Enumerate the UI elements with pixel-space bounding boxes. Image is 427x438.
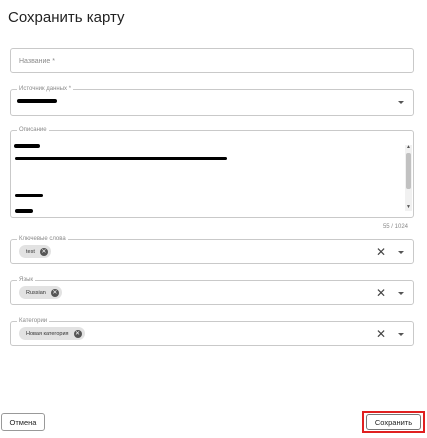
scrollbar-thumb[interactable] [406, 153, 411, 189]
description-scrollbar[interactable]: ▲ ▼ [405, 145, 412, 211]
redacted-text [15, 194, 43, 197]
scroll-down-icon[interactable]: ▼ [406, 205, 411, 210]
data-source-label: Источник данных * [17, 85, 74, 93]
category-chip[interactable]: Новая категория ✕ [19, 327, 85, 340]
close-icon[interactable]: ✕ [376, 328, 386, 340]
save-button[interactable]: Сохранить [366, 414, 421, 430]
remove-chip-icon[interactable]: ✕ [39, 247, 48, 256]
chevron-down-icon[interactable] [398, 333, 404, 336]
name-placeholder: Название * [19, 58, 55, 65]
dialog-title: Сохранить карту [8, 9, 125, 26]
keywords-label: Ключевые слова [17, 235, 68, 243]
keywords-select[interactable]: Ключевые слова test ✕ ✕ [10, 235, 414, 264]
language-select[interactable]: Язык Russian ✕ ✕ [10, 276, 414, 305]
close-icon[interactable]: ✕ [376, 246, 386, 258]
description-label: Описание [17, 126, 49, 134]
remove-chip-icon[interactable]: ✕ [73, 329, 82, 338]
description-textarea[interactable]: Описание ▲ ▼ [10, 126, 414, 218]
chevron-down-icon[interactable] [398, 251, 404, 254]
description-char-counter: 55 / 1024 [382, 224, 408, 230]
data-source-select[interactable]: Источник данных * [10, 85, 414, 116]
chevron-down-icon[interactable] [398, 101, 404, 104]
categories-select[interactable]: Категории Новая категория ✕ ✕ [10, 317, 414, 346]
chip-label: Russian [26, 289, 46, 296]
categories-label: Категории [17, 317, 50, 325]
scroll-up-icon[interactable]: ▲ [406, 145, 411, 150]
redacted-value [17, 99, 57, 103]
redacted-text [15, 209, 33, 213]
cancel-button[interactable]: Отмена [1, 413, 45, 431]
chip-label: test [26, 248, 35, 255]
remove-chip-icon[interactable]: ✕ [50, 288, 59, 297]
chevron-down-icon[interactable] [398, 292, 404, 295]
chip-label: Новая категория [26, 330, 69, 337]
language-chip[interactable]: Russian ✕ [19, 286, 62, 299]
keyword-chip[interactable]: test ✕ [19, 245, 51, 258]
name-field[interactable]: Название * [10, 48, 414, 73]
language-label: Язык [17, 276, 36, 284]
close-icon[interactable]: ✕ [376, 287, 386, 299]
redacted-text [15, 157, 227, 160]
redacted-text [14, 144, 40, 148]
